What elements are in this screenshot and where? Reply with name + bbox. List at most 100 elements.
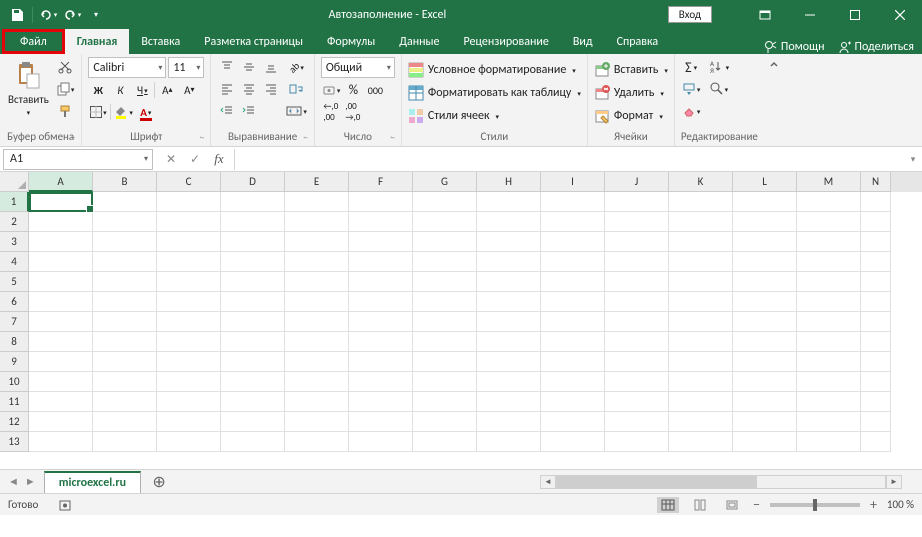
cell[interactable] — [285, 312, 349, 332]
col-header[interactable]: C — [157, 172, 221, 192]
cell[interactable] — [29, 392, 93, 412]
cell[interactable] — [861, 252, 891, 272]
col-header[interactable]: K — [669, 172, 733, 192]
cell[interactable] — [797, 372, 861, 392]
cell[interactable] — [733, 332, 797, 352]
tab-data[interactable]: Данные — [387, 29, 451, 54]
sort-filter-icon[interactable]: AЯ▾ — [705, 57, 731, 77]
cell[interactable] — [93, 392, 157, 412]
cell[interactable] — [29, 432, 93, 452]
cell[interactable] — [861, 352, 891, 372]
cell[interactable] — [669, 332, 733, 352]
cell[interactable] — [285, 212, 349, 232]
collapse-ribbon-icon[interactable] — [764, 54, 784, 146]
cell[interactable] — [797, 292, 861, 312]
cell[interactable] — [29, 412, 93, 432]
row-header[interactable]: 2 — [0, 212, 29, 232]
tab-view[interactable]: Вид — [561, 29, 605, 54]
align-top-icon[interactable] — [217, 57, 237, 77]
cell[interactable] — [221, 232, 285, 252]
cell[interactable] — [349, 352, 413, 372]
cell[interactable] — [861, 292, 891, 312]
cell[interactable] — [93, 372, 157, 392]
formula-input[interactable] — [235, 149, 904, 170]
enter-formula-icon[interactable]: ✓ — [184, 149, 206, 170]
row-header[interactable]: 11 — [0, 392, 29, 412]
col-header[interactable]: E — [285, 172, 349, 192]
page-layout-view-icon[interactable] — [689, 497, 711, 513]
find-select-icon[interactable]: ▾ — [705, 79, 731, 99]
cell[interactable] — [285, 392, 349, 412]
cell[interactable] — [477, 432, 541, 452]
cell[interactable] — [413, 192, 477, 212]
cell[interactable] — [157, 232, 221, 252]
col-header[interactable]: L — [733, 172, 797, 192]
increase-indent-icon[interactable] — [239, 101, 259, 121]
tab-help[interactable]: Справка — [605, 29, 671, 54]
cell[interactable] — [93, 212, 157, 232]
cell[interactable] — [797, 332, 861, 352]
align-center-icon[interactable] — [239, 79, 259, 99]
cell[interactable] — [221, 192, 285, 212]
cell[interactable] — [93, 232, 157, 252]
cell[interactable] — [605, 412, 669, 432]
cell[interactable] — [349, 312, 413, 332]
cell[interactable] — [157, 252, 221, 272]
row-header[interactable]: 7 — [0, 312, 29, 332]
cell[interactable] — [861, 332, 891, 352]
cell[interactable] — [477, 352, 541, 372]
cell[interactable] — [157, 332, 221, 352]
increase-decimal-icon[interactable]: ←,0,00 — [321, 102, 341, 122]
row-header[interactable]: 6 — [0, 292, 29, 312]
cell[interactable] — [861, 432, 891, 452]
cell[interactable] — [669, 212, 733, 232]
cell[interactable] — [93, 292, 157, 312]
macro-record-icon[interactable] — [58, 498, 72, 512]
row-header[interactable]: 13 — [0, 432, 29, 452]
row-header[interactable]: 1 — [0, 192, 29, 212]
bold-button[interactable]: Ж — [88, 80, 108, 100]
cell[interactable] — [285, 352, 349, 372]
cell[interactable] — [93, 272, 157, 292]
cell[interactable] — [413, 412, 477, 432]
col-header[interactable]: N — [861, 172, 891, 192]
cell[interactable] — [285, 192, 349, 212]
add-sheet-icon[interactable]: ⊕ — [147, 471, 171, 493]
font-size-combo[interactable]: 11▾ — [168, 57, 204, 78]
cell[interactable] — [221, 312, 285, 332]
font-color-icon[interactable]: A▾ — [136, 102, 156, 122]
cell[interactable] — [733, 252, 797, 272]
cell[interactable] — [93, 252, 157, 272]
tab-layout[interactable]: Разметка страницы — [192, 29, 315, 54]
cell[interactable] — [29, 312, 93, 332]
hscroll-left-icon[interactable]: ◄ — [540, 475, 556, 489]
cell[interactable] — [93, 352, 157, 372]
cell[interactable] — [29, 192, 93, 212]
cell[interactable] — [733, 352, 797, 372]
col-header[interactable]: I — [541, 172, 605, 192]
cell[interactable] — [541, 292, 605, 312]
cell[interactable] — [797, 412, 861, 432]
cell[interactable] — [29, 292, 93, 312]
clear-icon[interactable]: ▾ — [681, 101, 702, 121]
cell[interactable] — [349, 392, 413, 412]
cell[interactable] — [221, 432, 285, 452]
cell[interactable] — [797, 232, 861, 252]
cell[interactable] — [413, 252, 477, 272]
cell[interactable] — [285, 252, 349, 272]
align-left-icon[interactable] — [217, 79, 237, 99]
cell[interactable] — [541, 392, 605, 412]
row-header[interactable]: 5 — [0, 272, 29, 292]
cell[interactable] — [285, 272, 349, 292]
cell[interactable] — [221, 272, 285, 292]
cell[interactable] — [221, 352, 285, 372]
ribbon-display-icon[interactable] — [742, 0, 787, 29]
cell[interactable] — [157, 392, 221, 412]
cell[interactable] — [221, 392, 285, 412]
merge-cells-icon[interactable]: ▾ — [285, 101, 308, 121]
cell[interactable] — [861, 412, 891, 432]
cell[interactable] — [29, 272, 93, 292]
cell[interactable] — [93, 312, 157, 332]
cell[interactable] — [477, 332, 541, 352]
cell[interactable] — [861, 192, 891, 212]
